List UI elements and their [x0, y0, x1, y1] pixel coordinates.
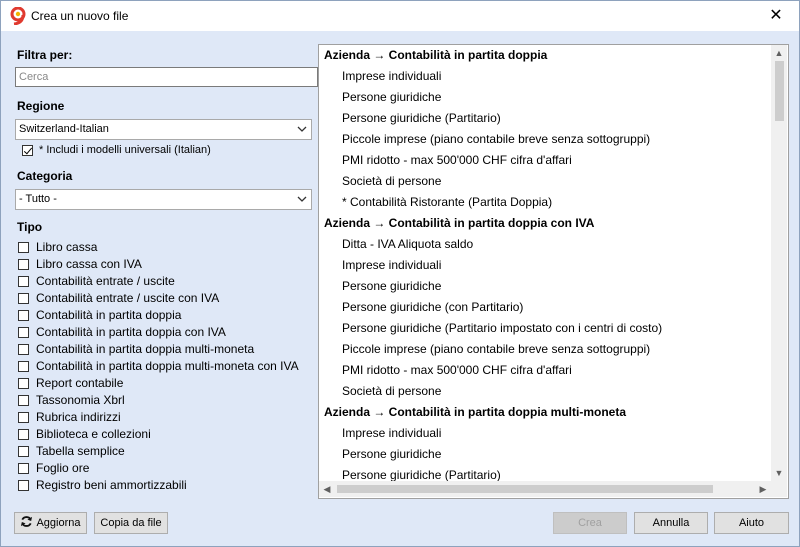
type-checkbox[interactable]: [18, 412, 29, 423]
banana-app-icon: [10, 7, 26, 25]
cancel-button[interactable]: Annulla: [634, 512, 708, 534]
scrollbar-corner: [771, 481, 787, 497]
type-checkbox[interactable]: [18, 276, 29, 287]
vertical-scroll-thumb[interactable]: [775, 61, 784, 121]
type-checkbox[interactable]: [18, 259, 29, 270]
scroll-right-icon[interactable]: ▶: [755, 481, 771, 497]
refresh-label: Aggiorna: [36, 517, 81, 529]
scroll-up-icon[interactable]: ▲: [771, 45, 787, 61]
copy-from-file-button[interactable]: Copia da file: [94, 512, 168, 534]
template-list-item[interactable]: Società di persone: [342, 171, 441, 192]
create-button[interactable]: Crea: [553, 512, 627, 534]
template-list-item[interactable]: Persone giuridiche: [342, 276, 441, 297]
template-group-header[interactable]: Azienda → Contabilità in partita doppia …: [324, 213, 594, 234]
horizontal-scroll-thumb[interactable]: [337, 485, 713, 493]
type-checkbox[interactable]: [18, 344, 29, 355]
filter-label: Filtra per:: [17, 48, 73, 62]
region-label: Regione: [17, 99, 65, 113]
type-checkbox-label: Contabilità in partita doppia multi-mone…: [36, 342, 255, 356]
region-selected-value: Switzerland-Italian: [19, 123, 109, 135]
type-checkbox[interactable]: [18, 310, 29, 321]
scroll-left-icon[interactable]: ◀: [319, 481, 335, 497]
title-bar: Crea un nuovo file ✕: [1, 1, 799, 31]
type-checkbox-label: Report contabile: [36, 376, 124, 390]
type-checkbox-label: Tabella semplice: [36, 444, 125, 458]
vertical-scrollbar[interactable]: ▲ ▼: [771, 45, 787, 481]
chevron-down-icon: [297, 196, 307, 202]
template-list-item[interactable]: Imprese individuali: [342, 66, 441, 87]
template-list-item[interactable]: Persone giuridiche (con Partitario): [342, 297, 523, 318]
refresh-button[interactable]: Aggiorna: [14, 512, 87, 534]
template-list-item[interactable]: Persone giuridiche: [342, 444, 441, 465]
help-button[interactable]: Aiuto: [714, 512, 789, 534]
type-checkbox-label: Biblioteca e collezioni: [36, 427, 151, 441]
type-checkbox[interactable]: [18, 429, 29, 440]
refresh-icon: [21, 516, 33, 527]
dialog-window: Crea un nuovo file ✕ Filtra per: Regione…: [0, 0, 800, 547]
type-checkbox[interactable]: [18, 361, 29, 372]
type-checkbox-label: Contabilità in partita doppia multi-mone…: [36, 359, 299, 373]
template-list-item[interactable]: Ditta - IVA Aliquota saldo: [342, 234, 473, 255]
template-group-header[interactable]: Azienda → Contabilità in partita doppia …: [324, 402, 626, 423]
template-group-header[interactable]: Azienda → Contabilità in partita doppia: [324, 45, 547, 66]
universal-templates-label: * Includi i modelli universali (Italian): [39, 144, 211, 156]
template-list-item[interactable]: Persone giuridiche: [342, 87, 441, 108]
template-list-item[interactable]: Persone giuridiche (Partitario impostato…: [342, 318, 662, 339]
type-checkbox[interactable]: [18, 395, 29, 406]
type-checkbox-label: Registro beni ammortizzabili: [36, 478, 187, 492]
category-label: Categoria: [17, 169, 73, 183]
close-icon: ✕: [769, 7, 783, 24]
template-list-item[interactable]: PMI ridotto - max 500'000 CHF cifra d'af…: [342, 360, 572, 381]
template-list-item[interactable]: Società di persone: [342, 381, 441, 402]
category-selected-value: - Tutto -: [19, 193, 57, 205]
type-checkbox-label: Libro cassa con IVA: [36, 257, 142, 271]
template-list-item[interactable]: Imprese individuali: [342, 255, 441, 276]
type-checkbox-label: Contabilità entrate / uscite: [36, 274, 175, 288]
category-dropdown[interactable]: - Tutto -: [15, 189, 312, 210]
type-checkbox[interactable]: [18, 327, 29, 338]
type-checkbox-label: Foglio ore: [36, 461, 90, 475]
type-checkbox[interactable]: [18, 378, 29, 389]
window-title: Crea un nuovo file: [31, 9, 129, 23]
type-checkbox-label: Contabilità entrate / uscite con IVA: [36, 291, 220, 305]
region-dropdown[interactable]: Switzerland-Italian: [15, 119, 312, 140]
type-checkbox-label: Rubrica indirizzi: [36, 410, 121, 424]
template-list-item[interactable]: PMI ridotto - max 500'000 CHF cifra d'af…: [342, 150, 572, 171]
type-checkbox[interactable]: [18, 446, 29, 457]
scroll-down-icon[interactable]: ▼: [771, 465, 787, 481]
close-button[interactable]: ✕: [753, 1, 799, 31]
chevron-down-icon: [297, 126, 307, 132]
type-checkbox[interactable]: [18, 480, 29, 491]
type-checkbox[interactable]: [18, 463, 29, 474]
template-list-item[interactable]: Piccole imprese (piano contabile breve s…: [342, 129, 650, 150]
template-list-item[interactable]: Persone giuridiche (Partitario): [342, 108, 501, 129]
template-list[interactable]: Azienda → Contabilità in partita doppia I…: [318, 44, 789, 499]
type-checkbox-label: Contabilità in partita doppia con IVA: [36, 325, 226, 339]
type-checkbox-label: Contabilità in partita doppia: [36, 308, 182, 322]
type-checkbox[interactable]: [18, 293, 29, 304]
type-checkbox-label: Tassonomia Xbrl: [36, 393, 125, 407]
type-checkbox[interactable]: [18, 242, 29, 253]
type-label: Tipo: [17, 220, 43, 234]
template-list-item[interactable]: Piccole imprese (piano contabile breve s…: [342, 339, 650, 360]
template-list-item[interactable]: * Contabilità Ristorante (Partita Doppia…: [342, 192, 552, 213]
type-checkbox-label: Libro cassa: [36, 240, 98, 254]
template-list-item[interactable]: Imprese individuali: [342, 423, 441, 444]
horizontal-scrollbar[interactable]: ◀ ▶: [319, 481, 771, 497]
universal-templates-checkbox[interactable]: [22, 145, 33, 156]
search-input[interactable]: [15, 67, 318, 87]
